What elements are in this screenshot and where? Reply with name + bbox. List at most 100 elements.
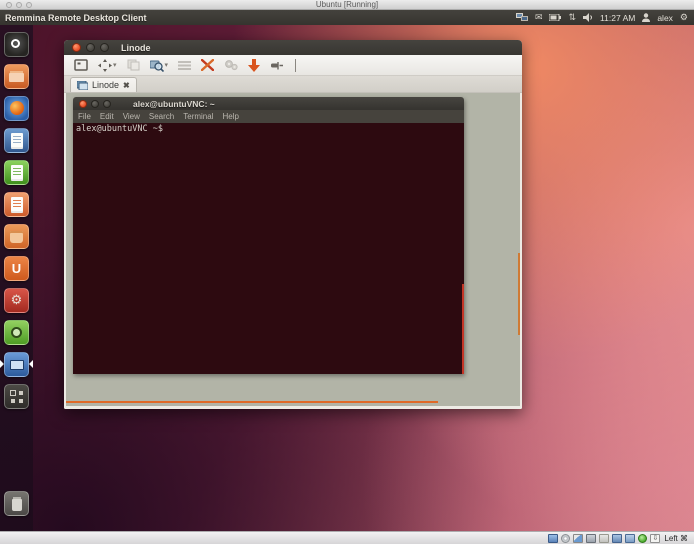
disconnect-button[interactable] [246, 57, 262, 74]
vnc-window-buttons [79, 100, 111, 108]
tab-close-icon[interactable]: ✖ [123, 81, 130, 90]
home-folder-icon [4, 64, 29, 89]
update-manager-icon [4, 320, 29, 345]
launcher-item-ubuntu-one[interactable]: U [0, 252, 33, 284]
shared-folders-icon[interactable] [612, 534, 622, 543]
libreoffice-impress-icon [4, 192, 29, 217]
display-icon[interactable] [625, 534, 635, 543]
mail-icon[interactable]: ✉ [535, 10, 543, 25]
recording-icon[interactable] [573, 534, 583, 543]
menu-help[interactable]: Help [222, 112, 238, 121]
launcher-item-home-folder[interactable] [0, 60, 33, 92]
vnc-maximize-button[interactable] [103, 100, 111, 108]
clock[interactable]: 11:27 AM [600, 13, 635, 23]
launcher-item-libreoffice-calc[interactable] [0, 156, 33, 188]
fullscreen-button[interactable] [72, 57, 90, 74]
menu-edit[interactable]: Edit [100, 112, 114, 121]
remmina-window-title: Linode [121, 43, 151, 53]
volume-icon[interactable] [583, 13, 593, 22]
network-adapter-icon[interactable] [586, 534, 596, 543]
session-username[interactable]: alex [657, 13, 673, 23]
remote-desktop-artifact-hline [66, 401, 438, 403]
launcher-item-libreoffice-writer[interactable] [0, 124, 33, 156]
screenshot-button[interactable]: ▾ [148, 57, 171, 74]
firefox-icon [4, 96, 29, 121]
tools-button[interactable] [199, 57, 216, 74]
scaled-mode-button[interactable]: ▾ [96, 57, 119, 74]
launcher-item-software-center[interactable] [0, 220, 33, 252]
launcher-item-trash[interactable] [0, 487, 33, 519]
tools-x-icon [201, 59, 214, 71]
remmina-toolbar: ▾ ▾ [64, 55, 522, 76]
copy-button[interactable] [125, 57, 142, 74]
screenshot-caret: ▾ [165, 61, 169, 69]
battery-icon[interactable] [549, 14, 561, 21]
launcher-item-system-settings[interactable]: ⚙ [0, 284, 33, 316]
user-icon[interactable] [642, 13, 650, 22]
hdd-status-icon[interactable] [548, 534, 558, 543]
keyboard-grab-icon [178, 60, 191, 70]
ubuntu-one-icon: U [4, 256, 29, 281]
app-menu-title[interactable]: Remmina Remote Desktop Client [5, 13, 147, 23]
plug-icon [270, 60, 284, 71]
vnc-titlebar[interactable]: alex@ubuntuVNC: ~ [73, 97, 464, 110]
maximize-button[interactable] [100, 43, 109, 52]
menu-view[interactable]: View [123, 112, 140, 121]
session-gear-icon[interactable]: ⚙ [680, 10, 688, 25]
remote-desktop-artifact-vline [518, 253, 520, 335]
terminal-body[interactable]: alex@ubuntuVNC ~$ [73, 123, 464, 374]
gears-icon [224, 59, 238, 71]
trash-icon [4, 491, 29, 516]
host-key-label: Left ⌘ [664, 534, 688, 543]
grab-keyboard-button[interactable] [176, 57, 193, 74]
network-icon[interactable] [516, 13, 528, 23]
magnifier-icon [150, 59, 164, 72]
launcher-item-workspace-switcher[interactable] [0, 380, 33, 412]
remote-desktop-view[interactable]: alex@ubuntuVNC: ~ File Edit View Search … [64, 93, 522, 409]
virtualbox-statusbar: ⇩ Left ⌘ [0, 531, 694, 544]
software-center-icon [4, 224, 29, 249]
usb-icon[interactable] [599, 534, 609, 543]
libreoffice-writer-icon [4, 128, 29, 153]
remmina-titlebar[interactable]: Linode [64, 40, 522, 55]
launcher-item-firefox[interactable] [0, 92, 33, 124]
mouse-integration-icon[interactable] [638, 534, 647, 543]
launcher-item-dash-home[interactable] [0, 28, 33, 60]
preferences-button[interactable] [222, 57, 240, 74]
workspace-switcher-icon [4, 384, 29, 409]
vnc-minimize-button[interactable] [91, 100, 99, 108]
window-buttons [72, 43, 109, 52]
launcher-item-remmina[interactable] [0, 348, 33, 380]
menu-terminal[interactable]: Terminal [183, 112, 213, 121]
focused-indicator-arrow [29, 360, 33, 368]
menu-search[interactable]: Search [149, 112, 174, 121]
terminal-prompt: alex@ubuntuVNC ~$ [76, 124, 163, 134]
connection-tab-linode[interactable]: Linode ✖ [70, 77, 137, 92]
fullscreen-icon [74, 59, 88, 71]
system-tray: ✉ ⇅ 11:27 AM alex ⚙ [516, 10, 688, 25]
launcher-item-libreoffice-impress[interactable] [0, 188, 33, 220]
keyboard-capture-icon[interactable]: ⇩ [650, 534, 660, 543]
menu-file[interactable]: File [78, 112, 91, 121]
minimize-button[interactable] [86, 43, 95, 52]
tab-label: Linode [92, 80, 119, 90]
tab-screen-icon [77, 81, 88, 90]
system-settings-icon: ⚙ [4, 288, 29, 313]
remmina-window: Linode ▾ [64, 40, 522, 409]
vnc-window-title: alex@ubuntuVNC: ~ [133, 99, 215, 109]
new-connection-button[interactable] [268, 57, 286, 74]
scaled-mode-caret: ▾ [113, 61, 117, 69]
disconnect-arrow-icon [248, 59, 260, 72]
remmina-tabbar: Linode ✖ [64, 76, 522, 93]
sync-arrows-icon[interactable]: ⇅ [568, 10, 576, 25]
close-button[interactable] [72, 43, 81, 52]
launcher-item-update-manager[interactable] [0, 316, 33, 348]
vnc-terminal-window: alex@ubuntuVNC: ~ File Edit View Search … [73, 97, 464, 374]
optical-drive-icon[interactable] [561, 534, 570, 543]
vnc-close-button[interactable] [79, 100, 87, 108]
unity-launcher: U ⚙ [0, 25, 33, 531]
dash-home-icon [4, 32, 29, 57]
ubuntu-top-panel: Remmina Remote Desktop Client ✉ ⇅ 11:27 … [0, 10, 694, 25]
toolbar-separator [295, 59, 296, 72]
scale-arrows-icon [98, 59, 112, 72]
